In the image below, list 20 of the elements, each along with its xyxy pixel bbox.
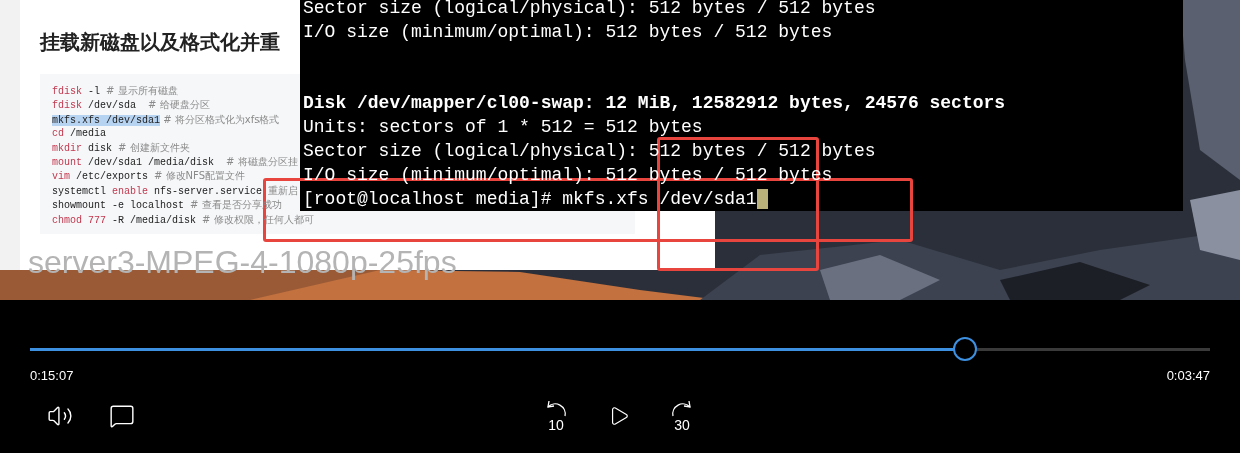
- code-line: mount /dev/sda1 /media/disk # 将磁盘分区挂: [52, 155, 298, 170]
- terminal-line: Disk /dev/mapper/cl00-swap: 12 MiB, 12582912 bytes, 24576 sectors: [303, 92, 1006, 115]
- code-line: fdisk /dev/sda # 给硬盘分区: [52, 98, 210, 113]
- code-line: vim /etc/exports # 修改NFS配置文件: [52, 169, 245, 184]
- remaining-time: 0:03:47: [1166, 367, 1210, 385]
- elapsed-time: 0:15:07: [30, 367, 74, 385]
- command-prompt: [root@localhost media]# mkfs.xfs /dev/sda1: [303, 188, 757, 211]
- seek-handle[interactable]: [952, 337, 977, 361]
- terminal-line: Sector size (logical/physical): 512 bytes / 512 bytes: [303, 0, 876, 20]
- section-heading: 挂载新磁盘以及格式化并重: [40, 29, 280, 56]
- skip-forward-button[interactable]: 30: [665, 399, 699, 436]
- terminal-line: Units: sectors of 1 * 512 = 512 bytes: [303, 116, 703, 139]
- text-cursor: [756, 189, 768, 209]
- terminal-line: I/O size (minimum/optimal): 512 bytes / 512 bytes: [303, 21, 833, 44]
- skip-back-button[interactable]: 10: [539, 399, 573, 436]
- code-line: mkdir disk # 创建新文件夹: [52, 140, 190, 156]
- code-line: cd /media: [52, 127, 107, 141]
- code-line: fdisk -l # 显示所有磁盘: [52, 84, 178, 99]
- code-line: mkfs.xfs /dev/sda1 # 将分区格式化为xfs格式: [52, 112, 280, 128]
- code-line: systemctl enable nfs-server.service 重新启: [52, 183, 299, 199]
